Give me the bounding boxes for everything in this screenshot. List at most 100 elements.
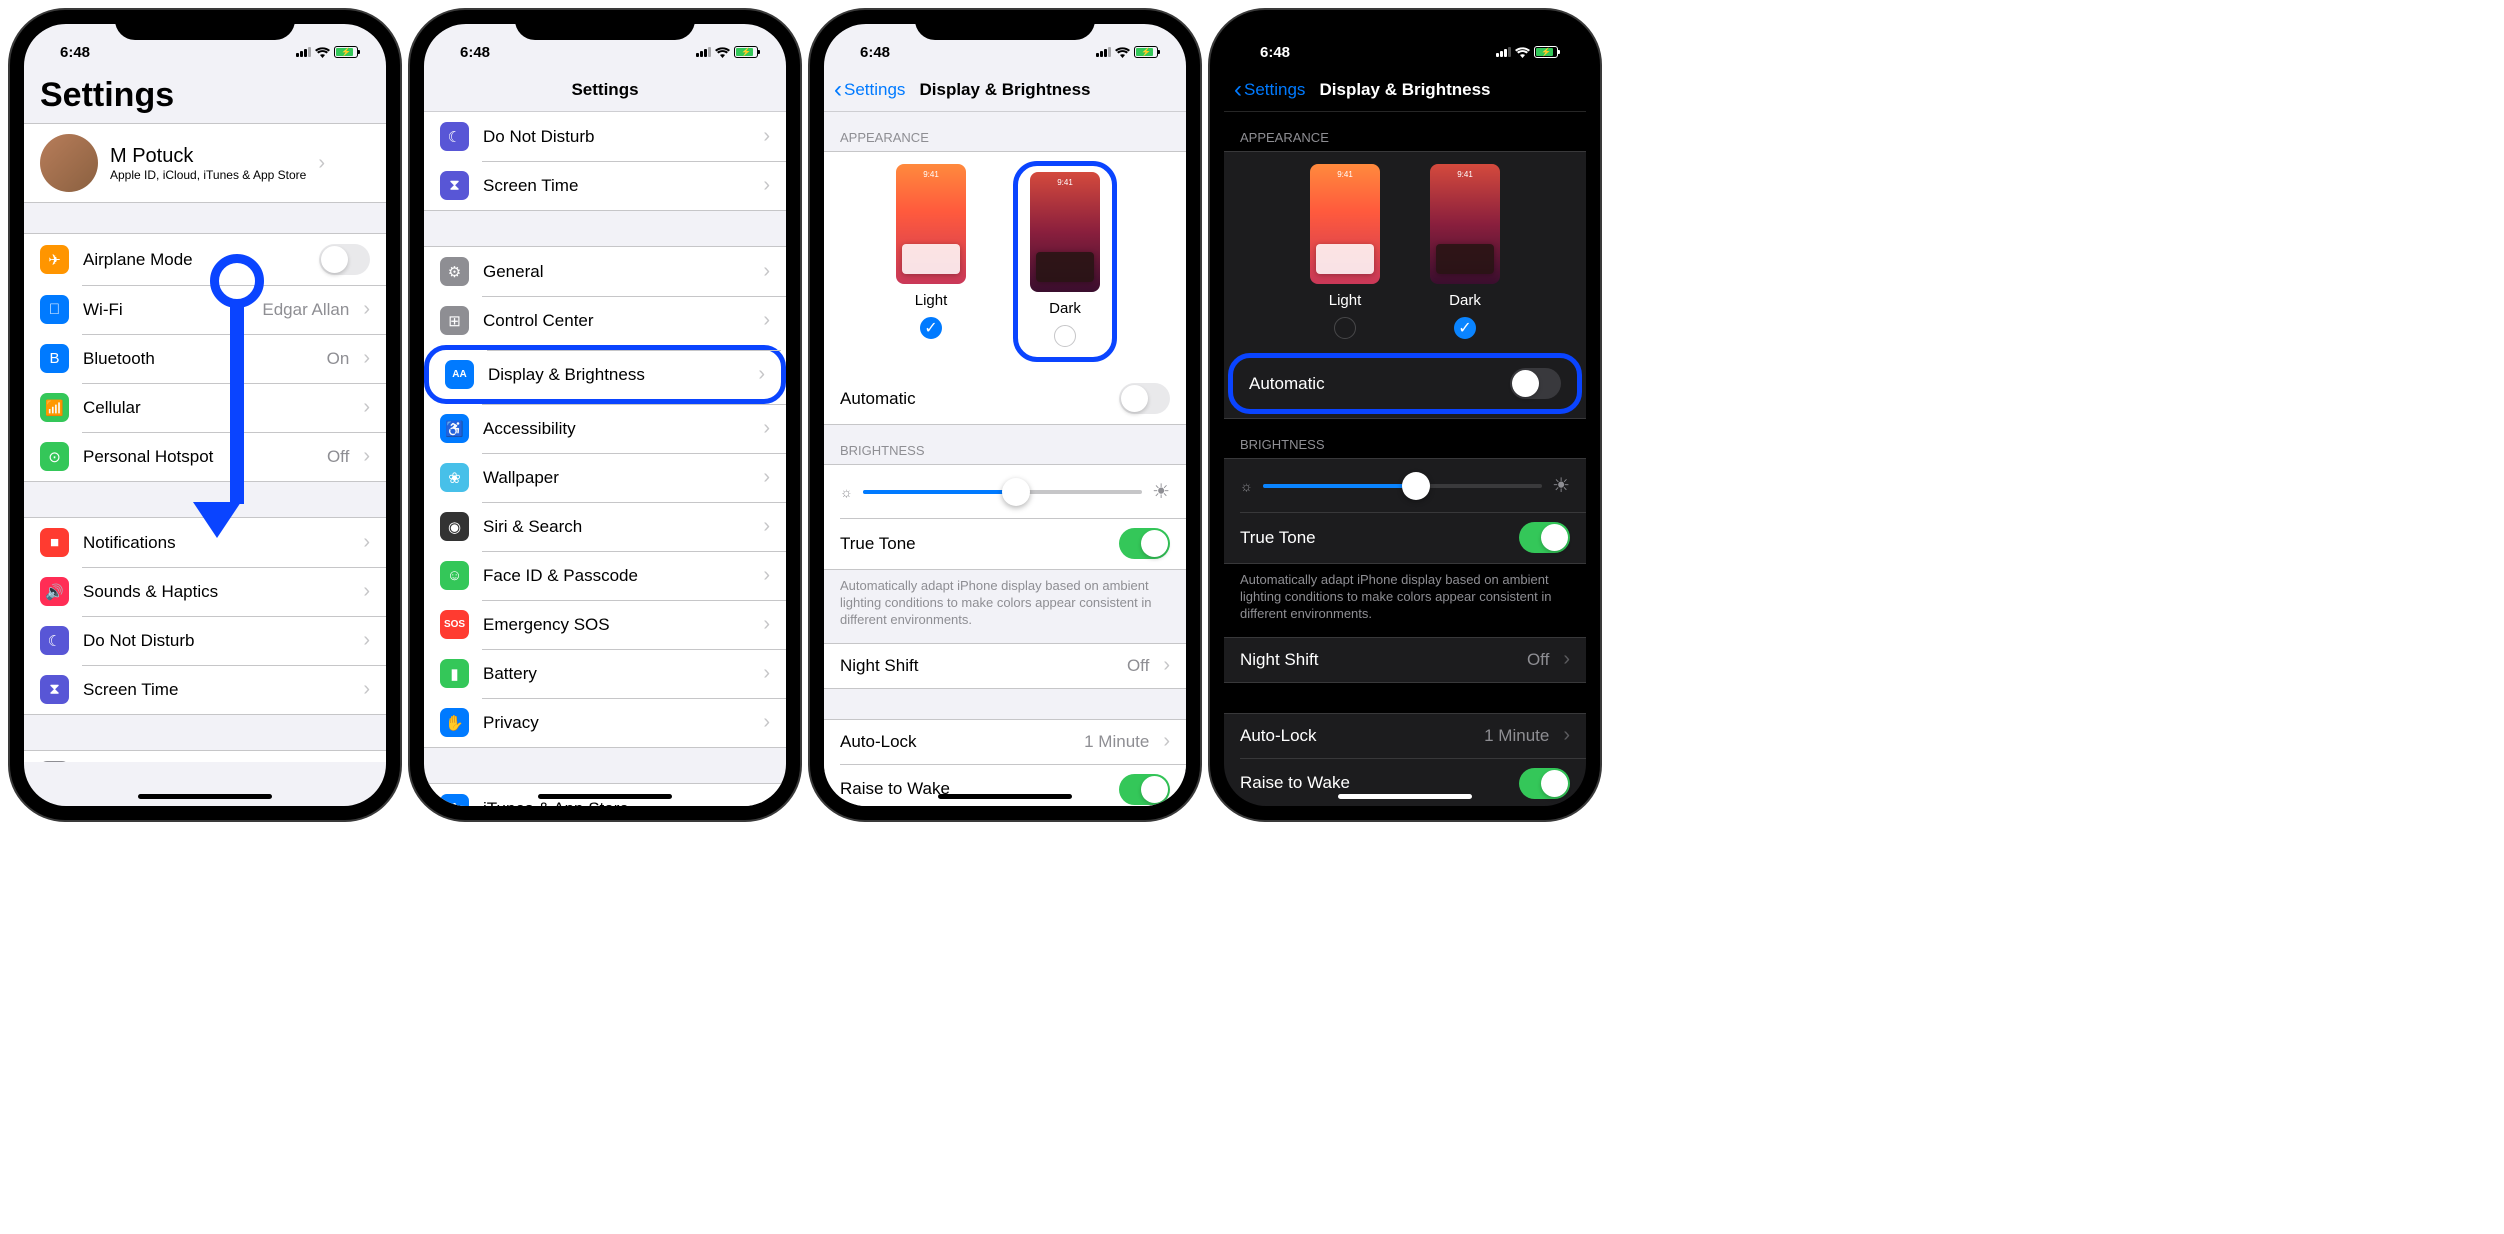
automatic-row[interactable]: Automatic <box>824 373 1186 424</box>
settings-row-control-center[interactable]: ⊞Control Center› <box>424 296 786 345</box>
nightshift-group: Night Shift Off › <box>824 643 1186 689</box>
appearance-dark-highlighted[interactable]: 9:41 Dark <box>1013 161 1117 362</box>
chevron-right-icon: › <box>1563 648 1570 671</box>
appearance-light[interactable]: 9:41 Light ✓ <box>896 164 966 359</box>
autolock-row[interactable]: Auto-Lock 1 Minute › <box>824 720 1186 764</box>
raise-row[interactable]: Raise to Wake <box>824 764 1186 806</box>
automatic-toggle[interactable] <box>1510 368 1561 399</box>
home-indicator[interactable] <box>938 794 1072 799</box>
content[interactable]: ☾Do Not Disturb›⧗Screen Time› ⚙General›⊞… <box>424 112 786 806</box>
status-time: 6:48 <box>60 44 90 61</box>
truetone-row[interactable]: True Tone <box>824 518 1186 569</box>
chevron-right-icon: › <box>363 580 370 603</box>
phone-frame-1: 6:48 ⚡ Settings M Potuck Apple ID, iClou… <box>10 10 400 820</box>
settings-row-general[interactable]: ⚙General› <box>424 247 786 296</box>
row-label: Wallpaper <box>483 468 749 488</box>
preview-light: 9:41 <box>896 164 966 284</box>
nightshift-row[interactable]: Night Shift Off › <box>1224 638 1586 682</box>
settings-row-emergency-sos[interactable]: SOSEmergency SOS› <box>424 600 786 649</box>
chevron-right-icon: › <box>758 363 765 386</box>
settings-row-general[interactable]: ⚙General› <box>24 751 386 762</box>
status-icons: ⚡ <box>1496 46 1558 58</box>
brightness-group: ☼ ☀ True Tone <box>1224 458 1586 564</box>
sound-icon: 🔊 <box>40 577 69 606</box>
control-icon: ⊞ <box>440 306 469 335</box>
appearance-header: APPEARANCE <box>1224 112 1586 151</box>
settings-row-display-brightness[interactable]: AA Display & Brightness › <box>424 345 786 404</box>
row-label: Accessibility <box>483 419 749 439</box>
raise-toggle[interactable] <box>1119 774 1170 805</box>
row-label: Screen Time <box>83 680 349 700</box>
chevron-left-icon: ‹ <box>834 76 842 104</box>
settings-row-sounds-haptics[interactable]: 🔊Sounds & Haptics› <box>24 567 386 616</box>
chevron-right-icon: › <box>763 417 770 440</box>
notif-icon: ■ <box>40 528 69 557</box>
settings-row-do-not-disturb[interactable]: ☾Do Not Disturb› <box>424 112 786 161</box>
content[interactable]: Settings M Potuck Apple ID, iCloud, iTun… <box>24 68 386 762</box>
home-indicator[interactable] <box>1338 794 1472 799</box>
appearance-dark[interactable]: 9:41 Dark ✓ <box>1430 164 1500 339</box>
row-label: Siri & Search <box>483 517 749 537</box>
toggle[interactable] <box>319 244 370 275</box>
radio-light-icon[interactable] <box>1334 317 1356 339</box>
settings-row-personal-hotspot[interactable]: ⊙Personal HotspotOff› <box>24 432 386 481</box>
nightshift-row[interactable]: Night Shift Off › <box>824 644 1186 688</box>
radio-light-icon[interactable]: ✓ <box>920 317 942 339</box>
settings-row-cellular[interactable]: 📶Cellular› <box>24 383 386 432</box>
truetone-toggle[interactable] <box>1519 522 1570 553</box>
settings-row-battery[interactable]: ▮Battery› <box>424 649 786 698</box>
status-icons: ⚡ <box>1096 46 1158 58</box>
row-label: Display & Brightness <box>488 365 744 385</box>
settings-row-wallpaper[interactable]: ❀Wallpaper› <box>424 453 786 502</box>
cellular-icon: 📶 <box>40 393 69 422</box>
dark-label: Dark <box>1049 300 1081 317</box>
profile-name: M Potuck <box>110 145 306 168</box>
chevron-right-icon: › <box>1163 730 1170 753</box>
settings-row-screen-time[interactable]: ⧗Screen Time› <box>24 665 386 714</box>
radio-dark-icon[interactable]: ✓ <box>1454 317 1476 339</box>
settings-row-wi-fi[interactable]: 􀙇Wi-FiEdgar Allan› <box>24 285 386 334</box>
brightness-header: BRIGHTNESS <box>1224 419 1586 458</box>
row-label: Battery <box>483 664 749 684</box>
profile-row[interactable]: M Potuck Apple ID, iCloud, iTunes & App … <box>24 123 386 203</box>
back-button[interactable]: ‹Settings <box>834 76 905 104</box>
settings-row-accessibility[interactable]: ♿Accessibility› <box>424 404 786 453</box>
chevron-right-icon: › <box>363 531 370 554</box>
autolock-row[interactable]: Auto-Lock 1 Minute › <box>1224 714 1586 758</box>
appearance-light[interactable]: 9:41 Light <box>1310 164 1380 339</box>
battery-icon: ⚡ <box>734 46 758 58</box>
automatic-row-highlighted[interactable]: Automatic <box>1228 353 1582 414</box>
brightness-slider[interactable] <box>863 490 1142 494</box>
nav-bar: Settings <box>424 68 786 112</box>
home-indicator[interactable] <box>538 794 672 799</box>
truetone-toggle[interactable] <box>1119 528 1170 559</box>
settings-row-privacy[interactable]: ✋Privacy› <box>424 698 786 747</box>
brightness-group: ☼ ☀ True Tone <box>824 464 1186 570</box>
settings-row-bluetooth[interactable]: BBluetoothOn› <box>24 334 386 383</box>
display-icon: AA <box>445 360 474 389</box>
wifi-icon <box>1115 47 1130 58</box>
back-button[interactable]: ‹Settings <box>1234 76 1305 104</box>
settings-row-siri-search[interactable]: ◉Siri & Search› <box>424 502 786 551</box>
raise-toggle[interactable] <box>1519 768 1570 799</box>
settings-row-airplane-mode[interactable]: ✈Airplane Mode <box>24 234 386 285</box>
lock-group: Auto-Lock 1 Minute › Raise to Wake <box>824 719 1186 806</box>
settings-row-screen-time[interactable]: ⧗Screen Time› <box>424 161 786 210</box>
radio-dark-icon[interactable] <box>1054 325 1076 347</box>
nav-title: Display & Brightness <box>920 80 1091 100</box>
wifi-icon <box>1515 47 1530 58</box>
chevron-right-icon: › <box>363 445 370 468</box>
home-indicator[interactable] <box>138 794 272 799</box>
content[interactable]: APPEARANCE 9:41 Light 9:41 Dark ✓ Autom <box>1224 112 1586 806</box>
battery-icon: ⚡ <box>334 46 358 58</box>
truetone-row[interactable]: True Tone <box>1224 512 1586 563</box>
row-label: iTunes & App Store <box>483 799 749 807</box>
content[interactable]: APPEARANCE 9:41 Light ✓ 9:41 Dark Autom <box>824 112 1186 806</box>
brightness-slider[interactable] <box>1263 484 1542 488</box>
batt-icon: ▮ <box>440 659 469 688</box>
settings-row-face-id-passcode[interactable]: ☺Face ID & Passcode› <box>424 551 786 600</box>
automatic-toggle[interactable] <box>1119 383 1170 414</box>
group-general: ⚙General›⊞Control Center› <box>24 750 386 762</box>
group-connectivity: ✈Airplane Mode􀙇Wi-FiEdgar Allan›BBluetoo… <box>24 233 386 482</box>
settings-row-do-not-disturb[interactable]: ☾Do Not Disturb› <box>24 616 386 665</box>
